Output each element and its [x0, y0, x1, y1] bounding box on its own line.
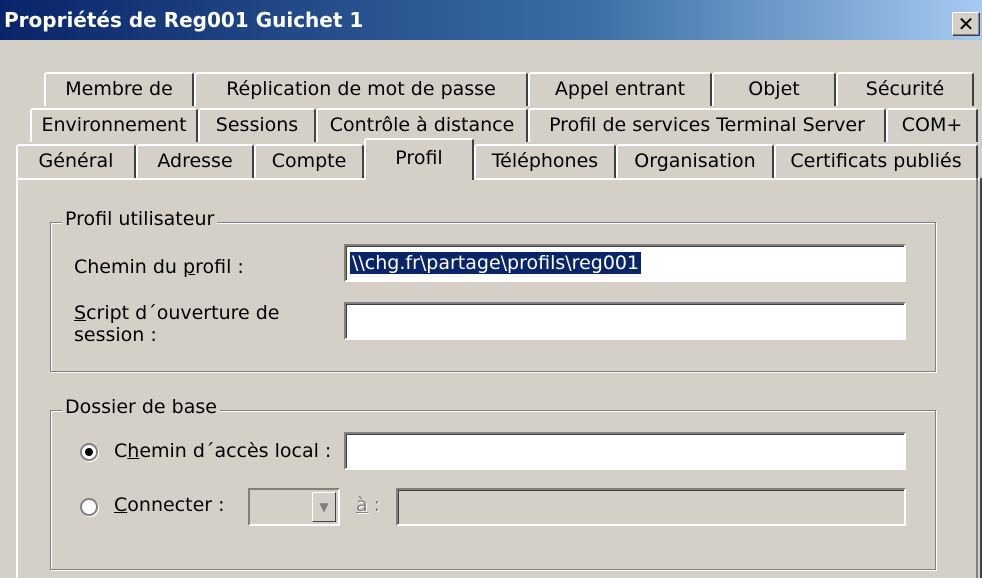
label-part: Chemin du [74, 256, 184, 278]
label-part: C [114, 494, 128, 516]
tab-label: Compte [271, 150, 347, 172]
tab-label: Sécurité [865, 78, 945, 100]
chemin-profil-input[interactable]: \\chg.fr\partage\profils\reg001 [344, 244, 906, 282]
title-bar: Propriétés de Reg001 Guichet 1 ✕ [0, 0, 982, 40]
tab-label: Profil [395, 147, 443, 169]
tab-com-plus[interactable]: COM+ [886, 108, 978, 142]
tab-label: Objet [748, 78, 800, 100]
label-part: à [356, 494, 368, 516]
tab-general[interactable]: Général [16, 144, 136, 178]
connecter-label: Connecter : [114, 494, 225, 516]
window-title: Propriétés de Reg001 Guichet 1 [4, 8, 364, 32]
connecter-radio[interactable] [80, 498, 98, 516]
script-ouverture-label: Script d´ouverture de session : [74, 302, 280, 346]
tab-adresse[interactable]: Adresse [136, 144, 254, 178]
tab-appel-entrant[interactable]: Appel entrant [528, 72, 712, 106]
label-part: session : [74, 324, 157, 346]
label-part: C [114, 440, 128, 462]
tab-replication[interactable]: Réplication de mot de passe [194, 72, 528, 106]
tab-membre-de[interactable]: Membre de [44, 72, 194, 106]
tab-label: Général [38, 150, 114, 172]
tab-label: Contrôle à distance [329, 114, 515, 136]
tab-label: Téléphones [491, 150, 599, 172]
tab-objet[interactable]: Objet [712, 72, 836, 106]
panel-edge [976, 178, 982, 578]
tab-profil-terminal-server[interactable]: Profil de services Terminal Server [528, 108, 886, 142]
tab-telephones[interactable]: Téléphones [474, 144, 616, 178]
tab-label: Sessions [215, 114, 299, 136]
tab-label: Profil de services Terminal Server [549, 114, 865, 136]
dossier-de-base-legend: Dossier de base [62, 396, 220, 418]
connecter-path-input[interactable] [396, 488, 906, 526]
label-part: emin d´accès local : [139, 440, 332, 462]
chevron-down-icon[interactable]: ▼ [312, 492, 336, 522]
tab-label: COM+ [901, 114, 963, 136]
tab-label: Adresse [157, 150, 233, 172]
label-part: S [74, 302, 87, 324]
label-part: cript d´ouverture de [86, 302, 280, 324]
chemin-local-label: Chemin d´accès local : [114, 440, 331, 462]
label-part: : [367, 494, 381, 516]
radio-selected-dot [85, 448, 93, 456]
chemin-local-radio[interactable] [80, 443, 98, 461]
label-part: p [183, 256, 196, 278]
tab-profil[interactable]: Profil [364, 138, 474, 180]
script-ouverture-input[interactable] [344, 302, 906, 340]
tab-organisation[interactable]: Organisation [616, 144, 774, 178]
profil-utilisateur-legend: Profil utilisateur [62, 208, 218, 230]
tab-label: Réplication de mot de passe [226, 78, 496, 100]
tab-compte[interactable]: Compte [254, 144, 364, 178]
tab-environnement[interactable]: Environnement [30, 108, 198, 142]
label-part: h [127, 440, 140, 462]
tab-label: Organisation [634, 150, 756, 172]
label-part: rofil : [195, 256, 244, 278]
drive-letter-dropdown[interactable]: ▼ [248, 488, 340, 526]
tab-controle-distance[interactable]: Contrôle à distance [316, 108, 528, 142]
chemin-local-input[interactable] [344, 432, 906, 470]
label-part: onnecter : [127, 494, 225, 516]
tab-label: Environnement [41, 114, 187, 136]
tab-certificats-publies[interactable]: Certificats publiés [774, 144, 978, 178]
chemin-profil-value: \\chg.fr\partage\profils\reg001 [350, 252, 642, 274]
tab-label: Certificats publiés [790, 150, 962, 172]
chemin-profil-label: Chemin du profil : [74, 256, 244, 278]
close-icon: ✕ [957, 12, 975, 36]
close-button[interactable]: ✕ [952, 12, 980, 36]
tab-securite[interactable]: Sécurité [836, 72, 974, 106]
tab-label: Appel entrant [554, 78, 686, 100]
a-label: à : [356, 494, 380, 516]
tab-label: Membre de [65, 78, 173, 100]
tab-sessions[interactable]: Sessions [198, 108, 316, 142]
